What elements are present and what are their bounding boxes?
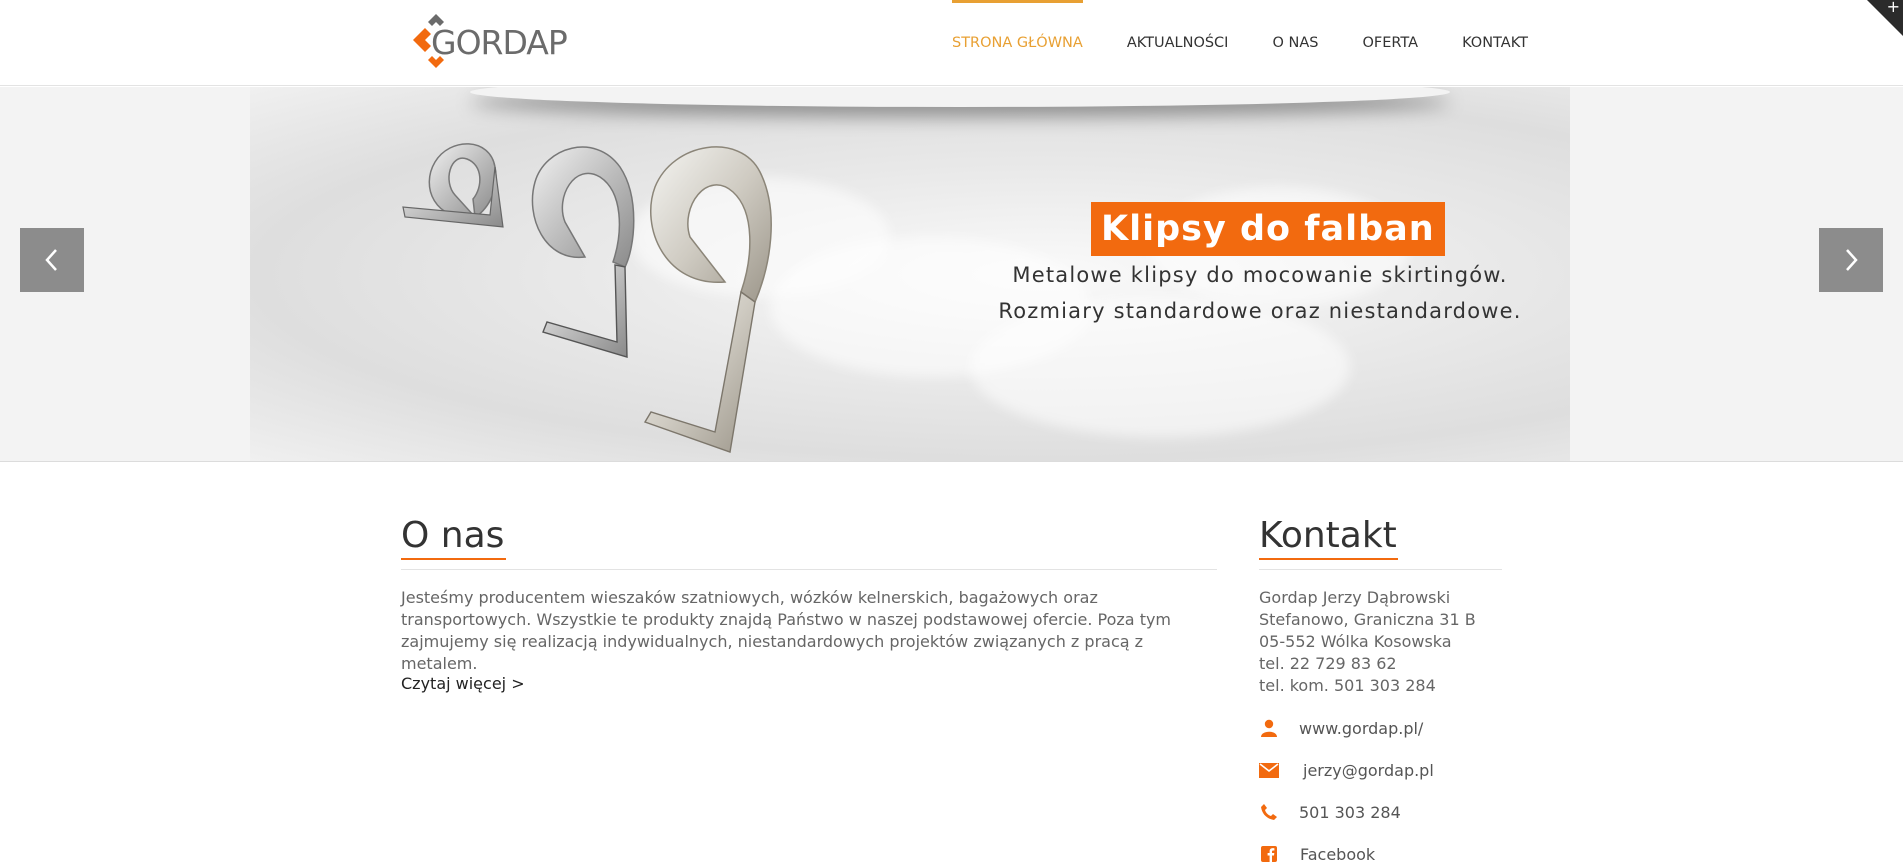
contact-street: Stefanowo, Graniczna 31 B (1259, 610, 1476, 629)
plus-icon[interactable]: + (1887, 0, 1900, 16)
slider-next-button[interactable] (1819, 228, 1883, 292)
about-divider (401, 569, 1217, 570)
slide-subtitle-line-1: Metalowe klipsy do mocowanie skirtingów. (1012, 263, 1508, 287)
contact-address: Gordap Jerzy Dąbrowski Stefanowo, Granic… (1259, 587, 1476, 697)
contact-city: 05-552 Wólka Kosowska (1259, 632, 1452, 651)
contact-mobile: tel. kom. 501 303 284 (1259, 676, 1436, 695)
about-text: Jesteśmy producentem wieszaków szatniowy… (401, 588, 1172, 673)
logo[interactable]: GORDAP (401, 5, 568, 75)
nav-item-offer[interactable]: OFERTA (1340, 0, 1440, 86)
contact-facebook-row: Facebook (1259, 844, 1375, 864)
about-heading-accent (401, 558, 506, 560)
phone-icon (1259, 802, 1279, 822)
hero-slider: Klipsy do falban Metalowe klipsy do moco… (0, 87, 1903, 462)
contact-website-row: www.gordap.pl/ (1259, 718, 1423, 738)
nav-item-contact[interactable]: KONTAKT (1440, 0, 1550, 86)
nav-item-about[interactable]: O NAS (1250, 0, 1340, 86)
nav-item-home[interactable]: STRONA GŁÓWNA (930, 0, 1105, 86)
logo-text: GORDAP (431, 23, 568, 62)
phone-number: 501 303 284 (1299, 802, 1401, 822)
contact-phone-row: 501 303 284 (1259, 802, 1401, 822)
read-more-link[interactable]: Czytaj więcej > (401, 674, 525, 693)
nav-item-news[interactable]: AKTUALNOŚCI (1105, 0, 1251, 86)
contact-heading-accent (1259, 558, 1398, 560)
contact-tel: tel. 22 729 83 62 (1259, 654, 1397, 673)
slider-prev-button[interactable] (20, 228, 84, 292)
main-nav: STRONA GŁÓWNA AKTUALNOŚCI O NAS OFERTA K… (930, 0, 1550, 86)
slide-title: Klipsy do falban (1091, 202, 1445, 256)
website-link[interactable]: www.gordap.pl/ (1299, 719, 1423, 738)
about-heading: O nas (401, 515, 505, 556)
user-icon (1259, 718, 1279, 738)
contact-divider (1259, 569, 1502, 570)
envelope-icon (1259, 760, 1279, 780)
email-link[interactable]: jerzy@gordap.pl (1303, 761, 1434, 780)
facebook-icon (1259, 844, 1279, 864)
site-header: GORDAP STRONA GŁÓWNA AKTUALNOŚCI O NAS O… (0, 0, 1903, 86)
contact-email-row: jerzy@gordap.pl (1259, 760, 1434, 780)
metal-clips-image (402, 143, 772, 453)
facebook-link[interactable]: Facebook (1300, 845, 1375, 864)
chevron-right-icon (1846, 249, 1858, 271)
chevron-left-icon (45, 249, 57, 271)
slide-subtitle-line-2: Rozmiary standardowe oraz niestandardowe… (998, 299, 1522, 323)
contact-heading: Kontakt (1259, 515, 1397, 556)
contact-company: Gordap Jerzy Dąbrowski (1259, 588, 1451, 607)
